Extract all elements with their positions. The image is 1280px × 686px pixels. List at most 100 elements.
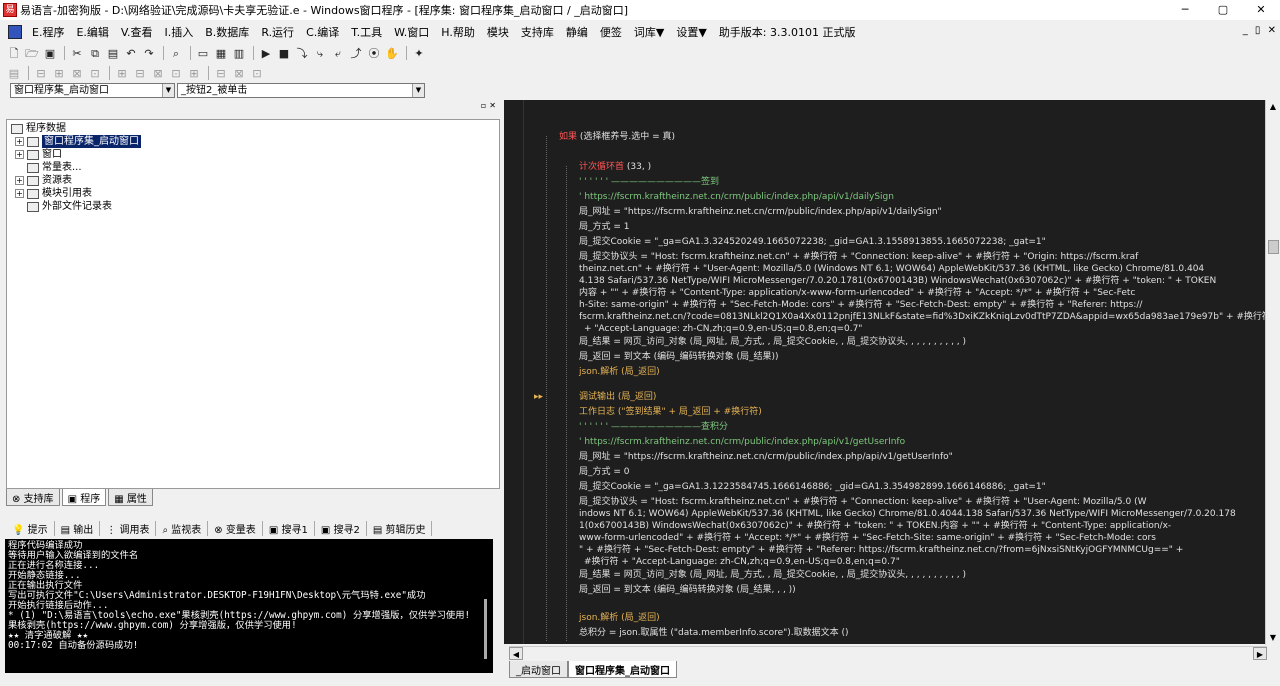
undo-icon[interactable]: ↶ [123, 46, 139, 61]
code-line[interactable]: indows NT 6.1; WOW64) AppleWebKit/537.36… [579, 508, 1236, 520]
scroll-right-icon[interactable]: ▶ [1253, 647, 1267, 660]
maximize-button[interactable]: ▢ [1204, 0, 1242, 20]
code-line[interactable]: 调试输出 (局_返回) [579, 391, 656, 403]
menu-insert[interactable]: I.插入 [159, 24, 200, 40]
code-line[interactable]: h-Site: same-origin" + #换行符 + "Sec-Fetch… [579, 299, 1142, 311]
menu-notes[interactable]: 便签 [594, 24, 628, 40]
editor-hscrollbar[interactable]: ◀ ▶ [509, 646, 1267, 660]
tab-properties[interactable]: ▦ 属性 [108, 489, 153, 506]
align-center-icon[interactable]: ⊞ [51, 66, 67, 81]
code-comment[interactable]: ' https://fscrm.kraftheinz.net.cn/crm/pu… [579, 191, 894, 203]
scroll-left-icon[interactable]: ◀ [509, 647, 523, 660]
plugin-icon[interactable]: ✦ [411, 46, 427, 61]
code-line[interactable]: 局_返回 = 到文本 (编码_编码转换对象 (局_结果)) [579, 351, 779, 363]
code-line[interactable]: 如果 (选择框养号.选中 = 真) [559, 131, 675, 143]
chevron-down-icon[interactable]: ▼ [412, 84, 424, 97]
tab-clip-history[interactable]: ▤ 剪辑历史 [367, 520, 433, 536]
code-line[interactable]: 局_网址 = "https://fscrm.kraftheinz.net.cn/… [579, 206, 942, 218]
tree-item-external-files[interactable]: 外部文件记录表 [11, 200, 495, 213]
menu-compile[interactable]: C.编译 [300, 24, 345, 40]
tab-search2[interactable]: ▣ 搜寻2 [315, 520, 367, 536]
code-line[interactable]: 局_提交Cookie = "_ga=GA1.3.1223584745.16661… [579, 481, 1046, 493]
code-line[interactable]: " + #换行符 + "Sec-Fetch-Dest: empty" + #换行… [579, 544, 1183, 556]
code-line[interactable]: 工作日志 ("签到结果" + 局_返回 + #换行符) [579, 406, 762, 418]
menu-static-compile[interactable]: 静编 [560, 24, 594, 40]
menu-help[interactable]: H.帮助 [435, 24, 481, 40]
menu-edit[interactable]: E.编辑 [70, 24, 114, 40]
align-bottom-icon[interactable]: ⊟ [132, 66, 148, 81]
new-file-icon[interactable]: 🗋 [6, 46, 22, 61]
minimize-button[interactable]: ─ [1166, 0, 1204, 20]
code-editor[interactable]: 如果 (选择框养号.选中 = 真) 计次循环首 (33, ) ' ' ' ' '… [504, 100, 1265, 644]
align-middle-icon[interactable]: ⊞ [114, 66, 130, 81]
tab-variables[interactable]: ⊗ 变量表 [208, 520, 263, 536]
code-line[interactable]: 总积分 = json.取属性 ("data.memberInfo.score")… [579, 627, 849, 639]
code-line[interactable]: fscrm.kraftheinz.net.cn/?code=0813NLkl2Q… [579, 311, 1265, 323]
code-line[interactable]: 内容 + "" + #换行符 + "Content-Type: applicat… [579, 287, 1135, 299]
align-top-icon[interactable]: ⊡ [87, 66, 103, 81]
tree-root[interactable]: 程序数据 [11, 122, 495, 135]
center-icon[interactable]: ⊡ [249, 66, 265, 81]
step-into-icon[interactable]: ⤷ [312, 46, 328, 61]
tab-support-lib[interactable]: ⊗ 支持库 [6, 489, 60, 506]
tab-call-stack[interactable]: ⋮ 调用表 [100, 520, 157, 536]
same-size-icon[interactable]: ⊞ [186, 66, 202, 81]
code-comment[interactable]: ' https://fscrm.kraftheinz.net.cn/crm/pu… [579, 436, 905, 448]
code-line[interactable]: 局_结果 = 网页_访问_对象 (局_网址, 局_方式, , 局_提交Cooki… [579, 569, 966, 581]
same-width-icon[interactable]: ⊠ [150, 66, 166, 81]
window-icon[interactable]: ▭ [195, 46, 211, 61]
menu-support-lib[interactable]: 支持库 [515, 24, 560, 40]
copy-icon[interactable]: ⧉ [87, 46, 103, 61]
code-comment[interactable]: ' ' ' ' ' ' ——————————查积分 [579, 421, 728, 433]
code-line[interactable]: 计次循环首 (33, ) [579, 161, 651, 173]
tab-output[interactable]: ▤ 输出 [55, 520, 101, 536]
tree-item-resources[interactable]: + 资源表 [11, 174, 495, 187]
cut-icon[interactable]: ✂ [69, 46, 85, 61]
tab-program[interactable]: ▣ 程序 [61, 489, 107, 506]
code-line[interactable]: 局_提交协议头 = "Host: fscrm.kraftheinz.net.cn… [579, 496, 1147, 508]
tree-item-constants[interactable]: 常量表... [11, 161, 495, 174]
tab-class-startup-window[interactable]: 窗口程序集_启动窗口 [568, 661, 677, 678]
tab-search1[interactable]: ▣ 搜寻1 [263, 520, 315, 536]
code-line[interactable]: 局_方式 = 1 [579, 221, 630, 233]
tree-item-modules[interactable]: + 模块引用表 [11, 187, 495, 200]
run-icon[interactable]: ▶ [258, 46, 274, 61]
chevron-down-icon[interactable]: ▼ [162, 84, 174, 97]
menu-database[interactable]: B.数据库 [199, 24, 255, 40]
breakpoint-icon[interactable]: ⦿ [366, 46, 382, 61]
code-line[interactable]: 4.138 Safari/537.36 NetType/WIFI MicroMe… [579, 275, 1216, 287]
menu-run[interactable]: R.运行 [255, 24, 300, 40]
tree-item-window[interactable]: + 窗口 [11, 148, 495, 161]
tab-hint[interactable]: 💡 提示 [6, 520, 55, 536]
panel-close-icon[interactable]: ✕ [489, 101, 496, 113]
paste-icon[interactable]: ▤ [105, 46, 121, 61]
scroll-thumb[interactable] [1268, 240, 1279, 254]
tree-item-class[interactable]: + 窗口程序集_启动窗口 [11, 135, 495, 148]
code-line[interactable]: 局_提交Cookie = "_ga=GA1.3.324520249.166507… [579, 236, 1046, 248]
code-line[interactable]: #换行符 + "Accept-Language: zh-CN,zh;q=0.9,… [584, 556, 900, 568]
scroll-down-icon[interactable]: ▼ [1266, 631, 1280, 645]
menu-tools[interactable]: T.工具 [345, 24, 388, 40]
pin-icon[interactable]: ▫ [481, 101, 486, 113]
step-over-icon[interactable]: ⤶ [330, 46, 346, 61]
align-icon[interactable]: ▤ [6, 66, 22, 81]
vspace-icon[interactable]: ⊠ [231, 66, 247, 81]
code-comment[interactable]: ' ' ' ' ' ' ——————————签到 [579, 176, 719, 188]
code-line[interactable]: 局_提交协议头 = "Host: fscrm.kraftheinz.net.cn… [579, 251, 1138, 263]
app-menu-icon[interactable] [8, 25, 22, 39]
class-selector[interactable]: 窗口程序集_启动窗口 ▼ [10, 83, 175, 98]
mdi-buttons[interactable]: _ ▯ ✕ [1243, 25, 1278, 36]
editor-vscrollbar[interactable]: ▲ ▼ [1265, 100, 1280, 645]
code-line[interactable]: 局_返回 = 到文本 (编码_编码转换对象 (局_结果, , , )) [579, 584, 796, 596]
hspace-icon[interactable]: ⊟ [213, 66, 229, 81]
code-line[interactable]: www-form-urlencoded" + #换行符 + "Accept: *… [579, 532, 1156, 544]
code-line[interactable]: 局_结果 = 网页_访问_对象 (局_网址, 局_方式, , 局_提交Cooki… [579, 336, 966, 348]
code-line[interactable]: + "Accept-Language: zh-CN,zh;q=0.9,en-US… [584, 323, 862, 335]
code-line[interactable]: 局_方式 = 0 [579, 466, 630, 478]
step-icon[interactable]: ⤵ [294, 46, 310, 61]
step-out-icon[interactable]: ⤴ [348, 46, 364, 61]
find-icon[interactable]: ⌕ [168, 46, 184, 61]
tab-watch[interactable]: ⌕ 监视表 [156, 520, 209, 536]
code-line[interactable]: json.解析 (局_返回) [579, 366, 660, 378]
panel-icon[interactable]: ▥ [231, 46, 247, 61]
